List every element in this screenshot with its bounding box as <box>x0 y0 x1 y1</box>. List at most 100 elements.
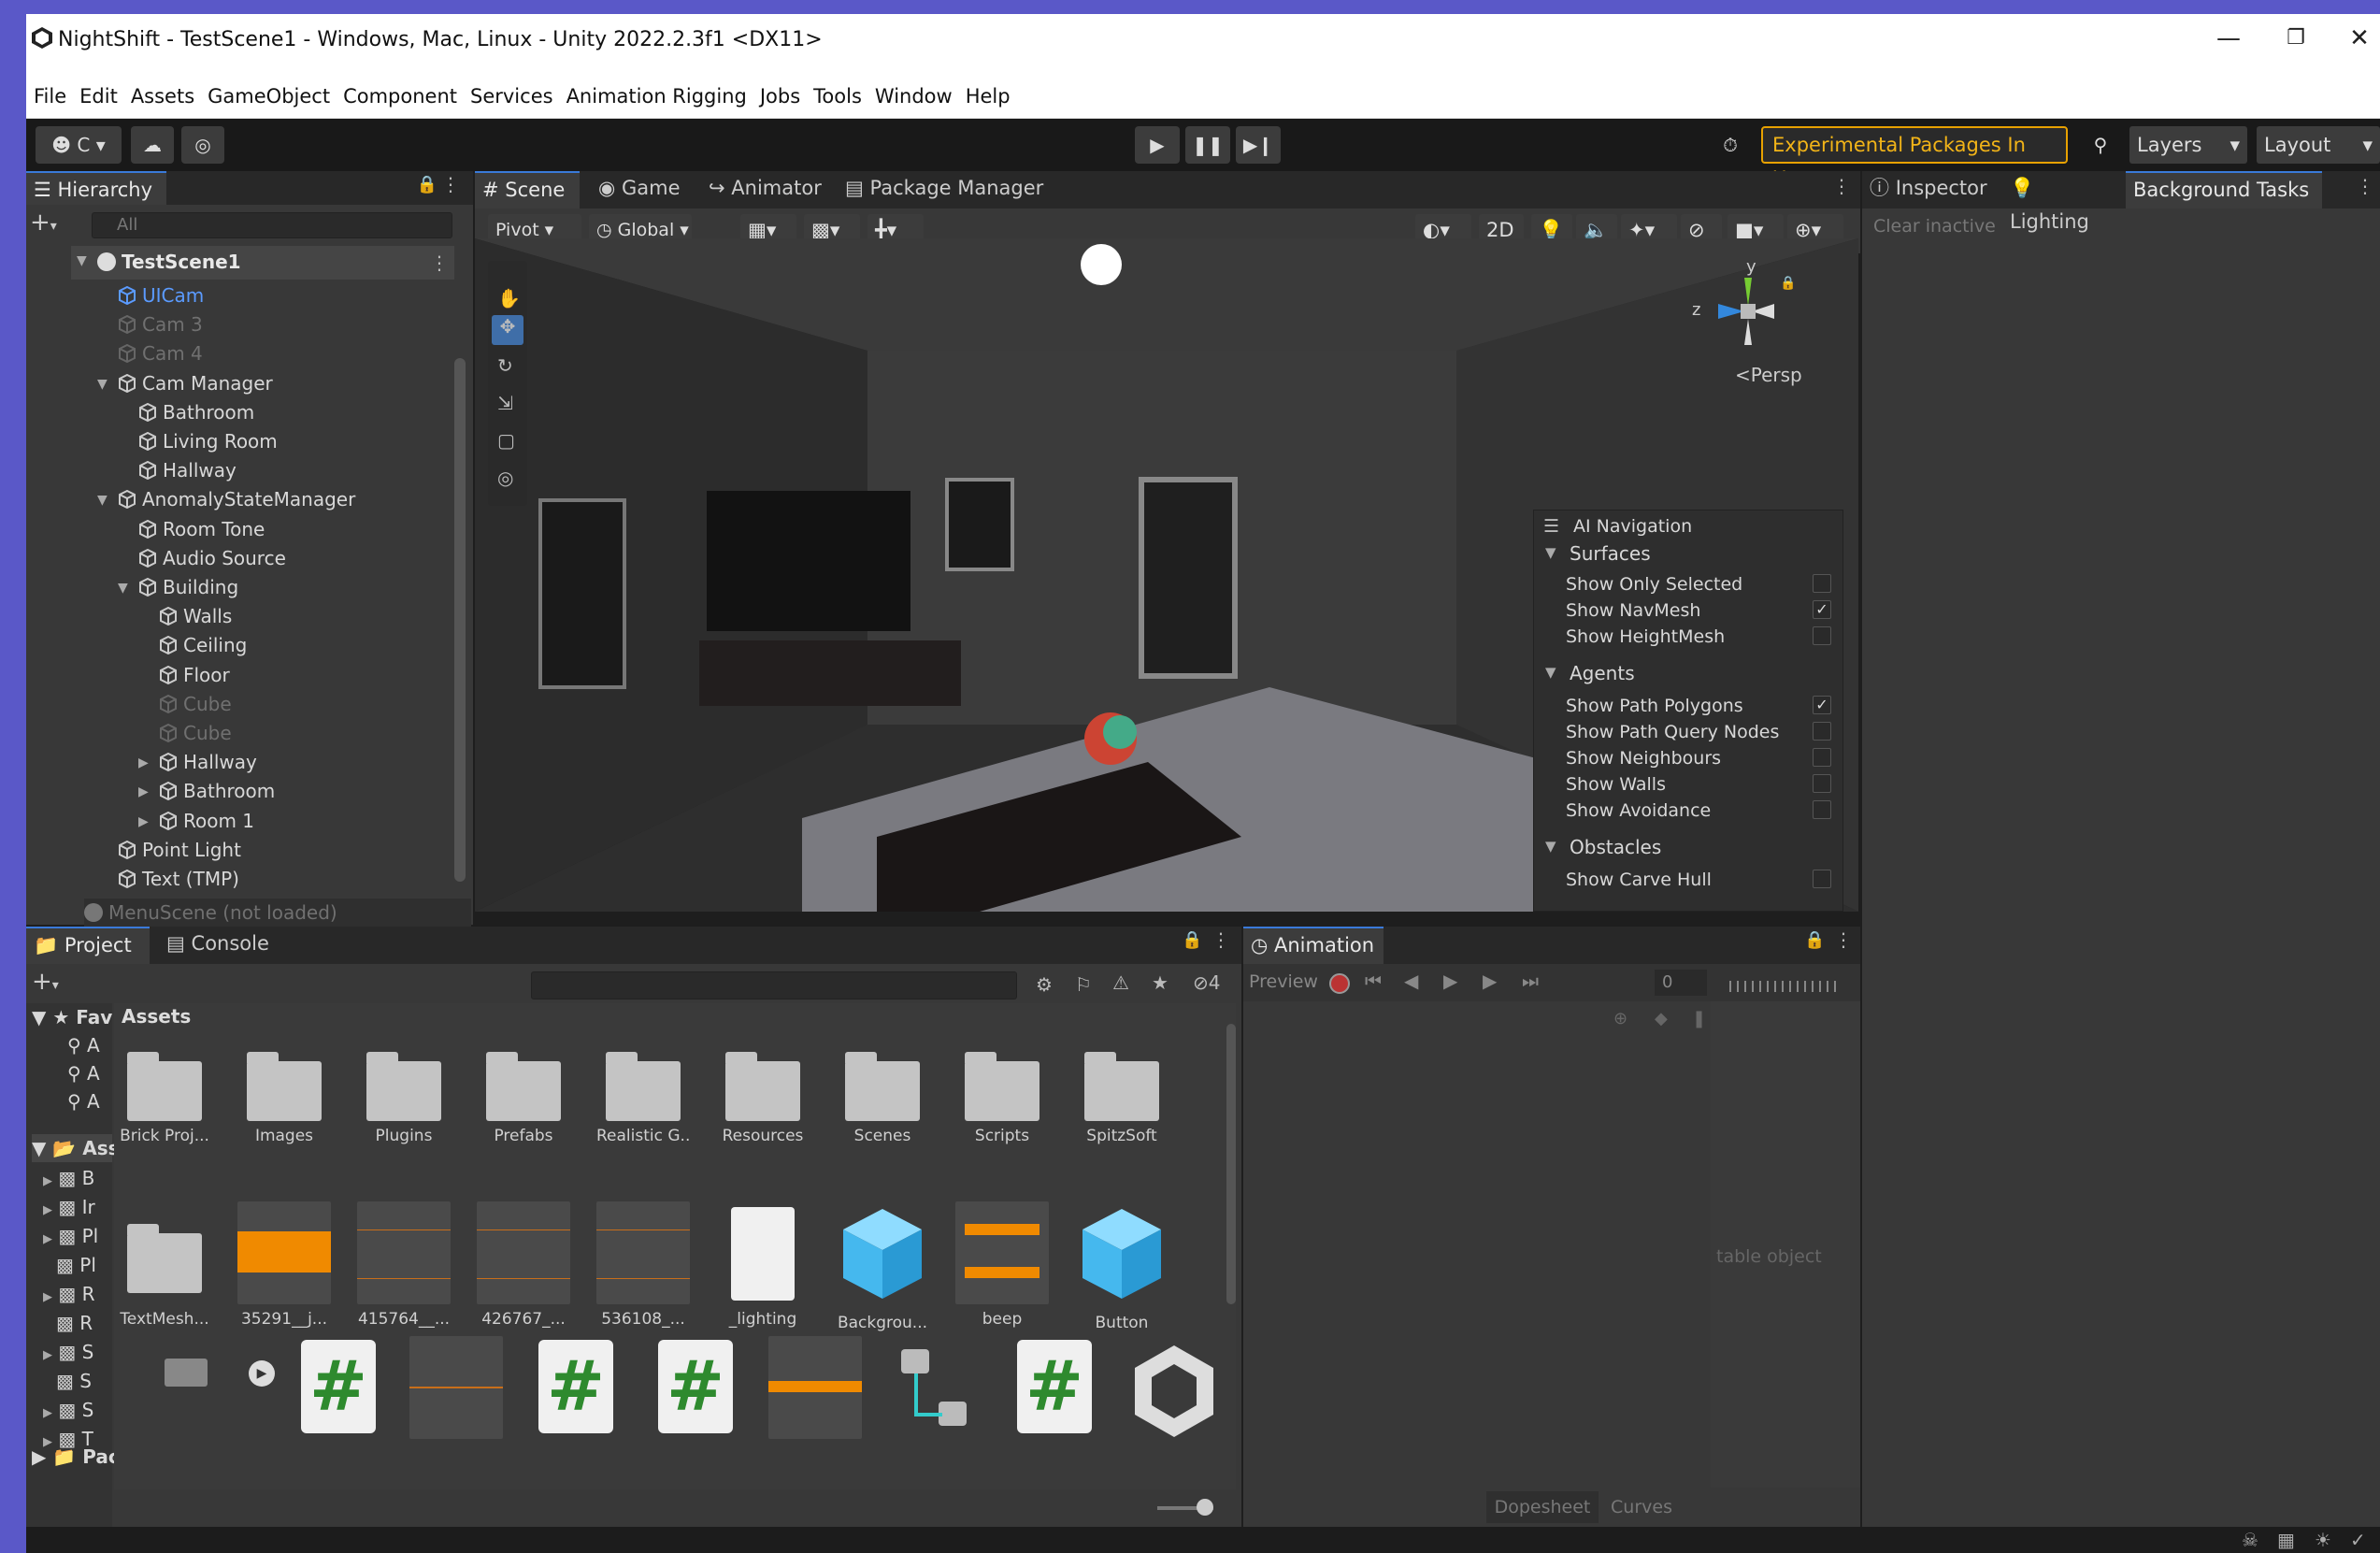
rotate-tool-icon[interactable]: ↻ <box>497 354 513 377</box>
lock-icon[interactable]: 🔒 <box>417 175 437 194</box>
hierarchy-item[interactable]: Audio Source <box>138 544 286 572</box>
hierarchy-item[interactable]: Room Tone <box>138 515 265 543</box>
folder-asset[interactable]: Realistic G... <box>596 1052 690 1145</box>
lighting-status-icon[interactable]: ☀ <box>2315 1529 2331 1551</box>
audio-asset[interactable] <box>768 1336 862 1439</box>
hierarchy-item[interactable]: Cam 4 <box>118 339 203 367</box>
tab-scene[interactable]: # Scene <box>475 171 580 209</box>
hierarchy-item[interactable]: Hallway <box>138 456 237 484</box>
hierarchy-item[interactable]: Bathroom <box>159 777 275 805</box>
hierarchy-item[interactable]: Hallway <box>159 748 257 776</box>
transform-tool-icon[interactable]: ◎ <box>497 467 513 489</box>
menu-assets[interactable]: Assets <box>123 68 200 108</box>
zoom-slider-handle[interactable] <box>1197 1499 1213 1516</box>
first-frame-button[interactable]: ⏮ <box>1365 970 1382 992</box>
expand-arrow-icon[interactable]: ▼ <box>77 253 87 268</box>
hierarchy-item[interactable]: Room 1 <box>159 807 254 835</box>
lock-icon[interactable]: 🔒 <box>1182 930 1202 950</box>
project-folder-node[interactable]: ▶ ▩ S <box>43 1396 93 1424</box>
packages-node[interactable]: ▶ 📁 Pac <box>32 1443 120 1471</box>
folder-asset[interactable]: TextMesh... <box>118 1201 211 1329</box>
project-folder-node[interactable]: ▩ S <box>56 1367 92 1395</box>
show-walls-checkbox[interactable] <box>1813 774 1831 793</box>
cloud-icon[interactable]: ☁ <box>131 126 174 164</box>
prefab-asset[interactable]: Backgrou... <box>836 1201 929 1332</box>
video-clip-icon[interactable] <box>165 1359 208 1387</box>
project-folder-node[interactable]: ▶ ▩ S <box>43 1338 93 1366</box>
folder-asset[interactable]: SpitzSoft <box>1075 1052 1168 1145</box>
tab-package-manager[interactable]: ▤ Package Manager <box>838 171 1053 205</box>
folder-asset[interactable]: Plugins <box>357 1052 451 1145</box>
show-avoidance-checkbox[interactable] <box>1813 800 1831 819</box>
keyframe-icon[interactable]: ⊕ <box>1613 1009 1627 1028</box>
script-asset[interactable]: # <box>649 1340 742 1433</box>
add-button[interactable]: +▾ <box>30 209 57 237</box>
hierarchy-item[interactable]: Ceiling <box>159 631 247 659</box>
search-icon[interactable]: ⚲ <box>2079 126 2122 164</box>
scene-menu-icon[interactable]: ⋮ <box>430 252 449 274</box>
tab-game[interactable]: ◉ Game <box>591 171 684 205</box>
hierarchy-item[interactable]: Text (TMP) <box>118 865 239 893</box>
step-button[interactable]: ▶❙ <box>1236 126 1281 164</box>
audio-asset[interactable]: 536108_... <box>596 1201 690 1329</box>
menu-help[interactable]: Help <box>958 68 1016 108</box>
tab-console[interactable]: ▤ Console <box>159 927 280 964</box>
hierarchy-item[interactable]: Cube <box>159 719 232 747</box>
tab-animator[interactable]: ↪ Animator <box>701 171 823 205</box>
menuscene-row[interactable]: MenuScene (not loaded) <box>84 899 471 927</box>
lock-icon[interactable]: 🔒 <box>1780 276 1796 291</box>
menu-jobs[interactable]: Jobs <box>753 68 806 108</box>
hand-tool-icon[interactable]: ✋ <box>497 287 521 309</box>
show-navmesh-checkbox[interactable]: ✓ <box>1813 600 1831 619</box>
show-path-polygons-checkbox[interactable]: ✓ <box>1813 696 1831 714</box>
hierarchy-search-input[interactable]: All <box>92 212 452 238</box>
hierarchy-item[interactable]: AnomalyStateManager <box>118 485 355 513</box>
tab-hierarchy[interactable]: ☰ Hierarchy <box>26 171 166 205</box>
script-asset[interactable]: # <box>292 1340 385 1433</box>
close-button[interactable]: ✕ <box>2331 20 2380 57</box>
drag-handle-icon[interactable]: ☰ <box>1543 516 1559 537</box>
frame-field[interactable]: 0 <box>1655 970 1707 996</box>
orientation-gizmo[interactable]: y z 🔒 <box>1690 257 1802 360</box>
project-folder-node[interactable]: ▶ ▩ B <box>43 1164 94 1192</box>
preview-button[interactable]: Preview <box>1249 971 1318 992</box>
hierarchy-item[interactable]: Floor <box>159 661 230 689</box>
pause-button[interactable]: ❚❚ <box>1185 126 1230 164</box>
prefab-asset[interactable]: Button <box>1075 1201 1168 1332</box>
folder-asset[interactable]: Brick Proj... <box>118 1052 211 1145</box>
lighting-settings-asset[interactable]: _lighting <box>716 1201 810 1329</box>
script-asset[interactable]: # <box>1008 1340 1101 1433</box>
collapse-arrow-icon[interactable]: ▼ <box>1545 544 1556 561</box>
audio-asset[interactable]: beep <box>955 1201 1049 1329</box>
log-warning-icon[interactable]: ⚠ <box>1112 971 1129 994</box>
audio-asset[interactable] <box>409 1336 503 1439</box>
folder-asset[interactable]: Images <box>237 1052 331 1145</box>
play-button[interactable]: ▶ <box>1135 126 1180 164</box>
show-path-query-nodes-checkbox[interactable] <box>1813 722 1831 741</box>
create-button[interactable]: +▾ <box>32 968 59 996</box>
expand-arrow-icon[interactable]: ▼ <box>118 581 128 596</box>
scene-root[interactable]: TestScene1 <box>97 248 241 276</box>
scene-viewport[interactable]: ✋ ✥ ↻ ⇲ ▢ ◎ y z 🔒 <Persp ☰ AI Navigation… <box>475 238 1858 912</box>
fav-item[interactable]: ⚲ A <box>67 1059 100 1087</box>
folder-asset[interactable]: Resources <box>716 1052 810 1145</box>
project-folder-node[interactable]: ▶ ▩ Ir <box>43 1193 95 1221</box>
menu-tools[interactable]: Tools <box>806 68 867 108</box>
obstacles-header[interactable]: Obstacles <box>1570 836 1661 858</box>
record-button[interactable] <box>1329 973 1350 994</box>
rect-tool-icon[interactable]: ▢ <box>497 429 515 452</box>
move-tool-icon[interactable]: ✥ <box>492 315 523 345</box>
play-preview-icon[interactable]: ▶ <box>249 1360 275 1387</box>
collab-icon[interactable]: ◎ <box>181 126 224 164</box>
tab-dopesheet[interactable]: Dopesheet <box>1486 1491 1599 1523</box>
expand-arrow-icon[interactable]: ▼ <box>97 377 108 392</box>
tab-curves[interactable]: Curves <box>1602 1491 1681 1523</box>
expand-arrow-icon[interactable]: ▶ <box>138 784 149 799</box>
next-frame-button[interactable]: ▶ <box>1483 970 1497 992</box>
texture-asset[interactable]: 35291__j... <box>237 1201 331 1329</box>
animator-asset[interactable] <box>888 1340 982 1433</box>
expand-arrow-icon[interactable]: ▶ <box>138 755 149 770</box>
fav-item[interactable]: ⚲ A <box>67 1087 100 1115</box>
folder-asset[interactable]: Scripts <box>955 1052 1049 1145</box>
scale-tool-icon[interactable]: ⇲ <box>497 392 513 414</box>
